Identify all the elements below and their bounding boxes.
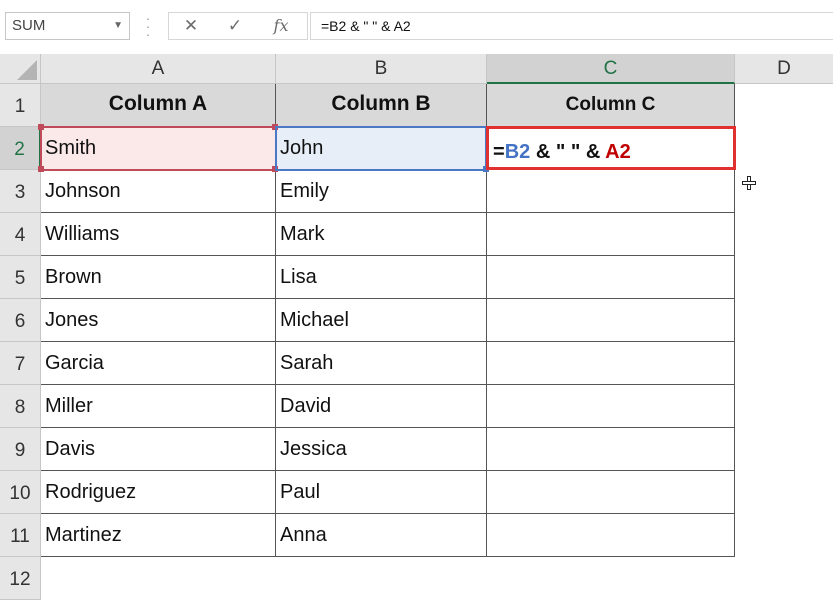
enter-icon[interactable]: ✓ <box>221 15 249 37</box>
cell-a11[interactable]: Martinez <box>41 514 276 557</box>
resize-handle[interactable] <box>272 124 278 130</box>
cell-a2[interactable]: Smith <box>41 127 276 170</box>
cell-a8[interactable]: Miller <box>41 385 276 428</box>
cell-b3[interactable]: Emily <box>276 170 487 213</box>
formula-ref-b2: B2 <box>504 141 531 163</box>
cell-b5[interactable]: Lisa <box>276 256 487 299</box>
cell-b4[interactable]: Mark <box>276 213 487 256</box>
cell-b11[interactable]: Anna <box>276 514 487 557</box>
name-box-value: SUM <box>12 17 46 34</box>
row-header[interactable]: 7 <box>0 342 41 385</box>
formula-input[interactable]: =B2 & " " & A2 <box>310 12 833 40</box>
chevron-down-icon[interactable]: ▼ <box>113 13 123 39</box>
cell-a1[interactable]: Column A <box>41 84 276 127</box>
cell-a5[interactable]: Brown <box>41 256 276 299</box>
formula-ref-a2: A2 <box>605 141 631 163</box>
cell-a10[interactable]: Rodriguez <box>41 471 276 514</box>
row-header[interactable]: 8 <box>0 385 41 428</box>
cell-a6[interactable]: Jones <box>41 299 276 342</box>
row-header[interactable]: 4 <box>0 213 41 256</box>
cell-b8[interactable]: David <box>276 385 487 428</box>
row-header[interactable]: 2 <box>0 127 41 170</box>
cell-c3[interactable] <box>487 170 735 213</box>
column-header-a[interactable]: A <box>41 54 276 84</box>
formula-equals: = <box>493 141 505 163</box>
name-box[interactable]: SUM ▼ <box>5 12 130 40</box>
cell-b7[interactable]: Sarah <box>276 342 487 385</box>
resize-handle[interactable] <box>38 124 44 130</box>
row-header[interactable]: 3 <box>0 170 41 213</box>
row-header[interactable]: 1 <box>0 84 41 127</box>
cell-b9[interactable]: Jessica <box>276 428 487 471</box>
cell-c2-editing[interactable]: =B2 & " " & A2 <box>486 126 736 170</box>
cell-c5[interactable] <box>487 256 735 299</box>
cell-a4[interactable]: Williams <box>41 213 276 256</box>
cell-b2[interactable]: John <box>276 127 487 170</box>
drag-handle-icon[interactable]: · · · <box>145 11 151 41</box>
row-header[interactable]: 11 <box>0 514 41 557</box>
cell-c11[interactable] <box>487 514 735 557</box>
cell-c1[interactable]: Column C <box>487 84 735 127</box>
cell-c9[interactable] <box>487 428 735 471</box>
cell-c8[interactable] <box>487 385 735 428</box>
row-header[interactable]: 10 <box>0 471 41 514</box>
cancel-icon[interactable]: ✕ <box>177 15 205 37</box>
formula-bar: SUM ▼ · · · ✕ ✓ fx =B2 & " " & A2 <box>0 0 833 52</box>
column-header-b[interactable]: B <box>276 54 487 84</box>
cell-a9[interactable]: Davis <box>41 428 276 471</box>
row-header[interactable]: 9 <box>0 428 41 471</box>
formula-concat: & " " & <box>530 141 606 163</box>
cell-b6[interactable]: Michael <box>276 299 487 342</box>
column-header-d[interactable]: D <box>735 54 833 84</box>
crosshair-cursor-icon <box>742 176 756 190</box>
row-header[interactable]: 5 <box>0 256 41 299</box>
insert-function-icon[interactable]: fx <box>267 15 295 37</box>
cell-a7[interactable]: Garcia <box>41 342 276 385</box>
cell-a3[interactable]: Johnson <box>41 170 276 213</box>
row-header[interactable]: 12 <box>0 557 41 600</box>
column-header-c[interactable]: C <box>487 54 735 84</box>
cell-c4[interactable] <box>487 213 735 256</box>
select-all-button[interactable] <box>0 54 41 84</box>
cell-c6[interactable] <box>487 299 735 342</box>
cell-c7[interactable] <box>487 342 735 385</box>
formula-buttons: ✕ ✓ fx <box>168 12 308 40</box>
cell-c10[interactable] <box>487 471 735 514</box>
row-header[interactable]: 6 <box>0 299 41 342</box>
cell-b10[interactable]: Paul <box>276 471 487 514</box>
cell-b1[interactable]: Column B <box>276 84 487 127</box>
resize-handle[interactable] <box>38 166 44 172</box>
resize-handle[interactable] <box>272 166 278 172</box>
